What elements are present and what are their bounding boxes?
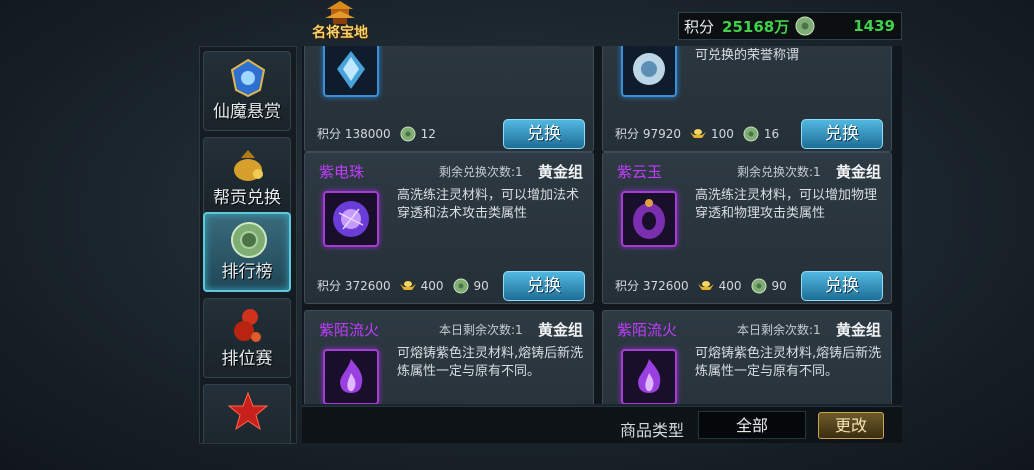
item-description: 可熔铸紫色注灵材料,熔铸后新洗炼属性一定与原有不同。 [397, 346, 584, 379]
category-sidebar: 仙魔悬赏 帮贡兑换 排行榜 排位赛 [199, 46, 297, 444]
gold-cost: 100 [711, 126, 734, 141]
exchange-card: 可兑换的荣誉称谓 积分 97920 100 16 兑换 [602, 46, 892, 152]
item-description: 高洗练注灵材料，可以增加物理穿透和物理攻击类属性 [695, 188, 878, 221]
jade-coin-icon [751, 278, 767, 293]
points-value: 25168万 [722, 17, 790, 36]
remaining-count: 剩余兑换次数:1 [737, 165, 821, 179]
red-gourd-icon [234, 309, 261, 342]
filter-bar: 商品类型 全部 更改 [302, 406, 902, 443]
gold-ingot-icon [690, 128, 706, 138]
currency-bar: 积分 25168万 1439 [678, 12, 902, 40]
pagoda-icon [325, 1, 355, 24]
purple-orb-icon [333, 201, 369, 237]
points-cost: 积分 372600 [317, 279, 391, 293]
points-label: 积分 [684, 17, 715, 36]
purple-flame-icon [638, 359, 661, 393]
exchange-button[interactable]: 兑换 [503, 271, 585, 301]
item-description: 可兑换的荣誉称谓 [695, 48, 800, 63]
group-tier: 黄金组 [537, 163, 583, 181]
item-frame[interactable] [621, 191, 677, 247]
remaining-count: 本日剩余次数:1 [737, 323, 821, 337]
exchange-card: 紫电珠 剩余兑换次数:1 黄金组 高洗练注灵材料，可以增加法术穿透和法术攻击类属… [304, 152, 594, 304]
jade-coin-icon [453, 278, 469, 293]
gold-cost: 400 [718, 278, 742, 293]
gold-cost: 400 [420, 278, 444, 293]
points-cost: 积分 372600 [615, 279, 689, 293]
remaining-count: 剩余兑换次数:1 [439, 165, 523, 179]
exchange-card: 紫陌流火 本日剩余次数:1 黄金组 可熔铸紫色注灵材料,熔铸后新洗炼属性一定与原… [602, 310, 892, 404]
product-type-label: 商品类型 [620, 421, 685, 440]
exchange-list[interactable]: 积分 138000 12 兑换 可兑换的荣誉称谓 积分 97920 100 16… [302, 46, 902, 404]
item-frame[interactable] [323, 349, 379, 404]
item-frame[interactable] [323, 191, 379, 247]
price-row: 积分 372600 400 90 [615, 277, 787, 294]
item-description: 可熔铸紫色注灵材料,熔铸后新洗炼属性一定与原有不同。 [695, 346, 882, 379]
jade-cost: 16 [763, 126, 780, 141]
jade-coin-icon [400, 126, 416, 141]
remaining-count: 本日剩余次数:1 [439, 323, 523, 337]
jade-coin-icon [231, 222, 267, 258]
item-description: 高洗练注灵材料，可以增加法术穿透和法术攻击类属性 [397, 188, 580, 221]
item-frame[interactable] [323, 46, 379, 97]
exchange-card: 紫云玉 剩余兑换次数:1 黄金组 高洗练注灵材料，可以增加物理穿透和物理攻击类属… [602, 152, 892, 304]
jade-cost: 90 [473, 278, 489, 293]
sidebar-item-label: 排位赛 [221, 349, 273, 369]
price-row: 积分 138000 12 [317, 125, 436, 142]
group-tier: 黄金组 [835, 163, 881, 181]
shop-title-badge: 名将宝地 [300, 0, 380, 44]
sidebar-item-guild-exchange[interactable]: 帮贡兑换 [203, 137, 291, 217]
purple-jade-icon [633, 199, 665, 239]
item-name: 紫电珠 [319, 163, 365, 181]
jade-value: 1439 [853, 17, 895, 35]
group-tier: 黄金组 [835, 321, 881, 339]
blue-crest-icon [230, 58, 266, 98]
jade-coin-icon [743, 126, 759, 141]
item-frame[interactable] [621, 46, 677, 97]
sidebar-item-label: 仙魔悬赏 [213, 102, 281, 122]
item-name: 紫陌流火 [319, 321, 380, 339]
sidebar-item-ranked-match[interactable]: 排位赛 [203, 298, 291, 378]
jade-cost: 12 [420, 126, 436, 141]
product-type-value[interactable]: 全部 [698, 411, 806, 439]
exchange-card: 紫陌流火 本日剩余次数:1 黄金组 可熔铸紫色注灵材料,熔铸后新洗炼属性一定与原… [304, 310, 594, 404]
price-row: 积分 372600 400 90 [317, 277, 489, 294]
white-emblem-icon [633, 53, 665, 85]
sidebar-item-label: 排行榜 [221, 262, 273, 282]
exchange-button[interactable]: 兑换 [503, 119, 585, 149]
gold-money-bag-icon [234, 150, 263, 181]
group-tier: 黄金组 [537, 321, 583, 339]
purple-flame-icon [340, 359, 363, 393]
gold-ingot-icon [399, 280, 416, 290]
blue-crystal-icon [337, 51, 365, 89]
sidebar-item-bounty[interactable]: 仙魔悬赏 [203, 51, 291, 131]
item-frame[interactable] [621, 349, 677, 404]
price-row: 积分 97920 100 16 [615, 125, 779, 142]
sidebar-item-ranking[interactable]: 排行榜 [203, 212, 291, 292]
exchange-button[interactable]: 兑换 [801, 119, 883, 149]
item-name: 紫云玉 [617, 163, 663, 181]
change-filter-button[interactable]: 更改 [818, 412, 884, 439]
red-star-icon [228, 391, 268, 431]
sidebar-item-5[interactable] [203, 384, 291, 443]
points-cost: 积分 138000 [317, 127, 391, 141]
points-cost: 积分 97920 [615, 127, 681, 141]
item-name: 紫陌流火 [617, 321, 678, 339]
jade-coin-icon [795, 16, 815, 36]
jade-cost: 90 [771, 278, 787, 293]
sidebar-item-label: 帮贡兑换 [213, 188, 281, 208]
exchange-button[interactable]: 兑换 [801, 271, 883, 301]
exchange-card: 积分 138000 12 兑换 [304, 46, 594, 152]
shop-title: 名将宝地 [312, 25, 368, 41]
gold-ingot-icon [697, 280, 714, 290]
